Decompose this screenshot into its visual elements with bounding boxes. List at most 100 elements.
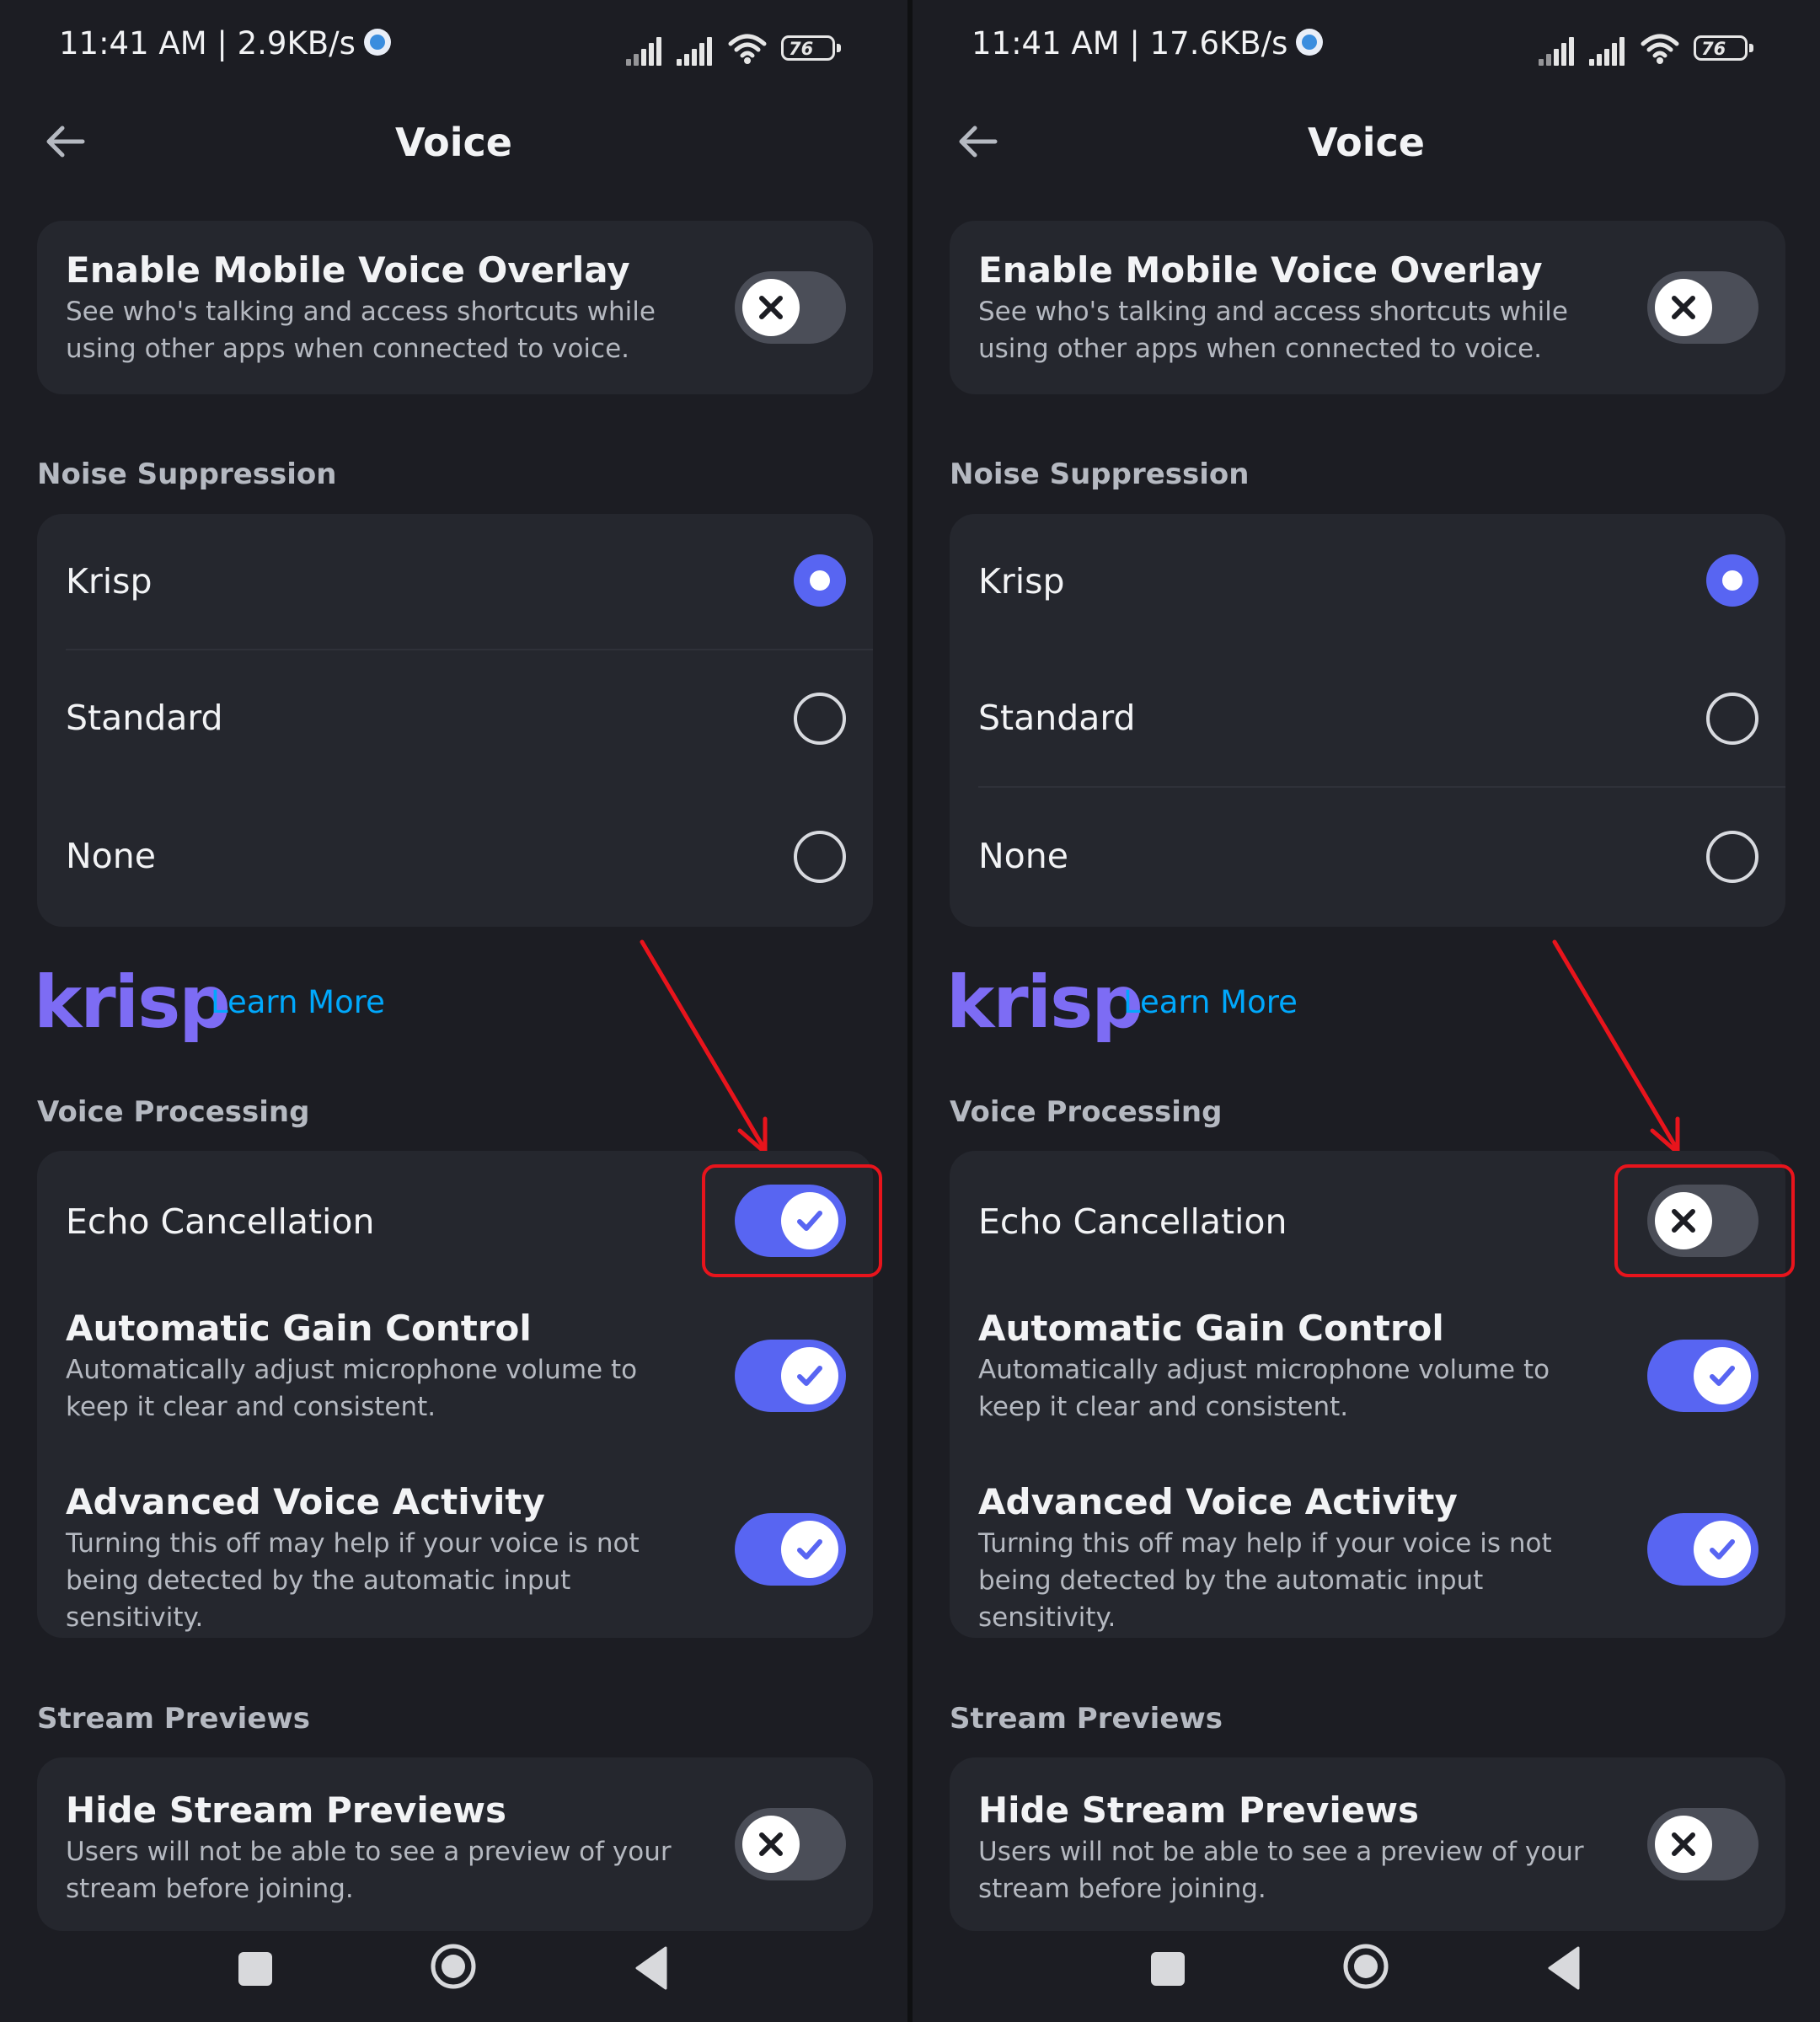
radio-selected[interactable] bbox=[1706, 554, 1758, 607]
noise-option-krisp[interactable]: Krisp bbox=[950, 514, 1785, 649]
status-icons: 76 bbox=[626, 34, 845, 66]
overlay-desc: See who's talking and access shortcuts w… bbox=[978, 297, 1568, 364]
radio-unselected[interactable] bbox=[794, 693, 846, 745]
option-label: Krisp bbox=[978, 561, 1065, 602]
battery-icon: 76 bbox=[781, 35, 841, 61]
agc-title: Automatic Gain Control bbox=[66, 1308, 532, 1349]
noise-suppression-card: Krisp Standard None bbox=[950, 514, 1785, 927]
red-arrow-annotation bbox=[640, 939, 768, 1155]
data-saver-icon bbox=[363, 28, 391, 56]
recents-icon[interactable] bbox=[1151, 1952, 1185, 1986]
radio-unselected[interactable] bbox=[1706, 831, 1758, 883]
screenshot-before: 11:41 AM | 2.9KB/s 76 Voice Enable Mobil… bbox=[0, 0, 907, 2022]
app-bar: Voice bbox=[913, 101, 1820, 185]
noise-option-krisp[interactable]: Krisp bbox=[37, 514, 873, 649]
learn-more-link[interactable]: Learn More bbox=[211, 984, 385, 1020]
check-icon bbox=[1694, 1347, 1751, 1404]
overlay-row[interactable]: Enable Mobile Voice Overlay See who's ta… bbox=[37, 221, 873, 394]
x-icon bbox=[1655, 279, 1712, 336]
highlight-box-annotation bbox=[702, 1164, 882, 1277]
overlay-toggle[interactable] bbox=[1647, 271, 1758, 344]
krisp-logo: krisp bbox=[946, 960, 1143, 1045]
agc-title: Automatic Gain Control bbox=[978, 1308, 1444, 1349]
option-label: Standard bbox=[978, 698, 1136, 738]
voice-processing-header: Voice Processing bbox=[950, 1095, 1223, 1129]
ava-desc: Turning this off may help if your voice … bbox=[978, 1528, 1552, 1633]
stream-previews-header: Stream Previews bbox=[37, 1702, 311, 1736]
hide-stream-previews-row[interactable]: Hide Stream Previews Users will not be a… bbox=[950, 1757, 1785, 1931]
agc-toggle[interactable] bbox=[735, 1340, 846, 1412]
noise-option-none[interactable]: None bbox=[37, 789, 873, 927]
status-time-speed: 11:41 AM | 17.6KB/s bbox=[972, 25, 1324, 62]
signal-icon bbox=[1539, 35, 1579, 66]
status-time-speed: 11:41 AM | 2.9KB/s bbox=[59, 25, 391, 62]
noise-option-standard[interactable]: Standard bbox=[37, 650, 873, 787]
voice-processing-header: Voice Processing bbox=[37, 1095, 310, 1129]
system-nav-bar bbox=[0, 1929, 907, 2022]
agc-toggle[interactable] bbox=[1647, 1340, 1758, 1412]
ava-desc: Turning this off may help if your voice … bbox=[66, 1528, 640, 1633]
recents-icon[interactable] bbox=[238, 1952, 272, 1986]
noise-option-none[interactable]: None bbox=[950, 789, 1785, 927]
page-title: Voice bbox=[1308, 120, 1425, 165]
option-label: None bbox=[66, 836, 156, 876]
radio-unselected[interactable] bbox=[1706, 693, 1758, 745]
overlay-title: Enable Mobile Voice Overlay bbox=[66, 249, 630, 291]
signal-icon bbox=[1589, 35, 1630, 66]
overlay-title: Enable Mobile Voice Overlay bbox=[978, 249, 1543, 291]
home-icon[interactable] bbox=[1342, 1943, 1389, 1990]
highlight-box-annotation bbox=[1614, 1164, 1795, 1277]
noise-suppression-card: Krisp Standard None bbox=[37, 514, 873, 927]
echo-title: Echo Cancellation bbox=[66, 1201, 375, 1242]
home-icon[interactable] bbox=[430, 1943, 477, 1990]
x-icon bbox=[742, 279, 800, 336]
option-label: Standard bbox=[66, 698, 223, 738]
app-bar: Voice bbox=[0, 101, 907, 185]
status-icons: 76 bbox=[1539, 34, 1758, 66]
signal-icon bbox=[626, 35, 666, 66]
stream-previews-header: Stream Previews bbox=[950, 1702, 1223, 1736]
hide-previews-toggle[interactable] bbox=[1647, 1808, 1758, 1880]
stream-previews-card: Hide Stream Previews Users will not be a… bbox=[950, 1757, 1785, 1931]
stream-previews-card: Hide Stream Previews Users will not be a… bbox=[37, 1757, 873, 1931]
check-icon bbox=[781, 1521, 838, 1578]
ava-toggle[interactable] bbox=[735, 1513, 846, 1586]
hide-previews-desc: Users will not be able to see a preview … bbox=[978, 1837, 1584, 1904]
hide-previews-title: Hide Stream Previews bbox=[978, 1789, 1420, 1831]
agc-row[interactable]: Automatic Gain Control Automatically adj… bbox=[37, 1291, 873, 1464]
option-label: Krisp bbox=[66, 561, 153, 602]
status-bar: 11:41 AM | 2.9KB/s 76 bbox=[0, 0, 907, 101]
ava-title: Advanced Voice Activity bbox=[978, 1481, 1458, 1522]
red-arrow-annotation bbox=[1552, 939, 1680, 1155]
wifi-icon bbox=[1641, 34, 1679, 64]
status-bar: 11:41 AM | 17.6KB/s 76 bbox=[913, 0, 1820, 101]
krisp-logo: krisp bbox=[34, 960, 231, 1045]
agc-row[interactable]: Automatic Gain Control Automatically adj… bbox=[950, 1291, 1785, 1464]
back-triangle-icon[interactable] bbox=[634, 1946, 667, 1990]
page-title: Voice bbox=[395, 120, 512, 165]
screenshot-after: 11:41 AM | 17.6KB/s 76 Voice Enable Mobi… bbox=[913, 0, 1820, 2022]
signal-icon bbox=[677, 35, 717, 66]
x-icon bbox=[1655, 1816, 1712, 1873]
overlay-card: Enable Mobile Voice Overlay See who's ta… bbox=[37, 221, 873, 394]
ava-row[interactable]: Advanced Voice Activity Turning this off… bbox=[950, 1464, 1785, 1638]
ava-row[interactable]: Advanced Voice Activity Turning this off… bbox=[37, 1464, 873, 1638]
agc-desc: Automatically adjust microphone volume t… bbox=[66, 1355, 638, 1422]
ava-toggle[interactable] bbox=[1647, 1513, 1758, 1586]
x-icon bbox=[742, 1816, 800, 1873]
divider bbox=[978, 786, 1785, 788]
hide-stream-previews-row[interactable]: Hide Stream Previews Users will not be a… bbox=[37, 1757, 873, 1931]
learn-more-link[interactable]: Learn More bbox=[1123, 984, 1298, 1020]
overlay-card: Enable Mobile Voice Overlay See who's ta… bbox=[950, 221, 1785, 394]
noise-option-standard[interactable]: Standard bbox=[950, 650, 1785, 787]
check-icon bbox=[781, 1347, 838, 1404]
radio-unselected[interactable] bbox=[794, 831, 846, 883]
hide-previews-title: Hide Stream Previews bbox=[66, 1789, 507, 1831]
overlay-row[interactable]: Enable Mobile Voice Overlay See who's ta… bbox=[950, 221, 1785, 394]
back-triangle-icon[interactable] bbox=[1546, 1946, 1580, 1990]
radio-selected[interactable] bbox=[794, 554, 846, 607]
overlay-toggle[interactable] bbox=[735, 271, 846, 344]
noise-suppression-header: Noise Suppression bbox=[950, 457, 1250, 491]
hide-previews-desc: Users will not be able to see a preview … bbox=[66, 1837, 672, 1904]
hide-previews-toggle[interactable] bbox=[735, 1808, 846, 1880]
